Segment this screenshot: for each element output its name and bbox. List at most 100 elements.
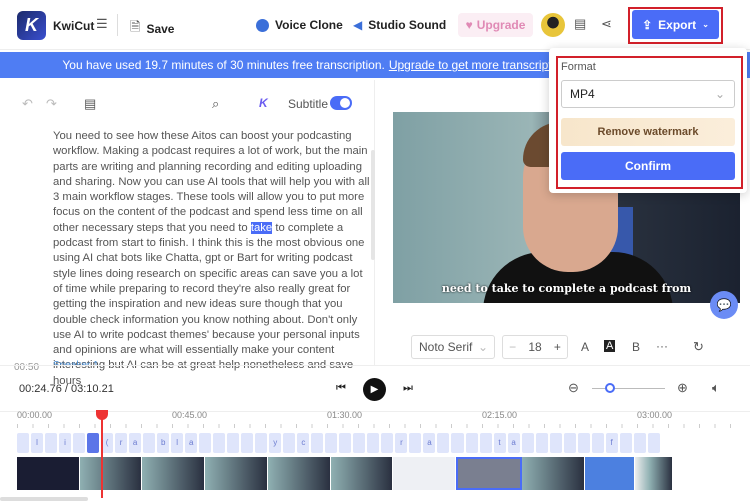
upgrade-link[interactable]: Upgrade to get more transcription: [389, 58, 568, 72]
format-label: Format: [561, 61, 596, 73]
remove-watermark-button[interactable]: Remove watermark: [561, 118, 735, 146]
subtitle-clip[interactable]: [647, 433, 660, 453]
subtitle-clip[interactable]: [143, 433, 156, 453]
subtitle-toggle[interactable]: [330, 96, 352, 110]
subtitle-clip[interactable]: t: [493, 433, 506, 453]
skip-back-icon[interactable]: ⏮: [336, 382, 346, 395]
subtitle-clip[interactable]: y: [269, 433, 282, 453]
chevron-down-icon: ⌄: [477, 340, 488, 354]
subtitle-clip[interactable]: b: [157, 433, 170, 453]
undo-icon[interactable]: ↶: [22, 96, 33, 112]
upgrade-button[interactable]: ♥ Upgrade: [458, 13, 533, 37]
subtitle-clip[interactable]: [87, 433, 100, 453]
subtitle-clip[interactable]: [45, 433, 58, 453]
subtitle-clip[interactable]: [367, 433, 380, 453]
subtitle-clip[interactable]: [283, 433, 296, 453]
playhead[interactable]: [96, 410, 108, 498]
subtitle-clip[interactable]: [521, 433, 534, 453]
document-icon[interactable]: ▤: [574, 16, 586, 32]
thumbnail: [393, 457, 457, 490]
subtitle-clip[interactable]: l: [31, 433, 44, 453]
highlighted-word[interactable]: take: [250, 221, 273, 234]
ruler-ticks: [17, 424, 733, 428]
subtitle-clip[interactable]: l: [171, 433, 184, 453]
timeline-scrollbar[interactable]: [0, 497, 88, 501]
subtitle-clip[interactable]: [409, 433, 422, 453]
font-select[interactable]: Noto Serif ⌄: [411, 335, 495, 359]
subtitle-clip[interactable]: [227, 433, 240, 453]
subtitle-clip[interactable]: a: [507, 433, 520, 453]
ai-icon[interactable]: K: [259, 96, 268, 110]
subtitle-clip[interactable]: [311, 433, 324, 453]
subtitle-clip[interactable]: [255, 433, 268, 453]
subtitle-clip[interactable]: a: [129, 433, 142, 453]
subtitle-clip[interactable]: [73, 433, 86, 453]
subtitle-clip[interactable]: [339, 433, 352, 453]
volume-icon[interactable]: 🔈︎: [712, 380, 720, 396]
subtitle-clip[interactable]: [633, 433, 646, 453]
tick-label: 02:15.00: [482, 410, 518, 420]
bold-button[interactable]: B: [632, 340, 640, 354]
thumbnail: [521, 457, 585, 490]
divider: [117, 14, 118, 36]
subtitle-clip[interactable]: a: [423, 433, 436, 453]
transcript-scrollbar[interactable]: [371, 150, 375, 260]
format-select[interactable]: MP4 ⌄: [561, 80, 735, 108]
share-icon[interactable]: ⋖: [601, 16, 612, 32]
avatar[interactable]: [541, 13, 565, 37]
subtitle-clip[interactable]: [241, 433, 254, 453]
reset-icon[interactable]: ↻: [693, 339, 704, 355]
subtitle-clip[interactable]: r: [115, 433, 128, 453]
plus-icon[interactable]: +: [554, 340, 561, 354]
save-icon: 🗎: [130, 19, 141, 34]
subtitle-clip[interactable]: [213, 433, 226, 453]
chat-icon[interactable]: 💬: [710, 291, 738, 319]
subtitle-clip[interactable]: [479, 433, 492, 453]
skip-forward-icon[interactable]: ⏭: [403, 382, 413, 395]
zoom-slider[interactable]: [592, 388, 665, 389]
subtitle-clip[interactable]: [199, 433, 212, 453]
diamond-icon: ♥: [465, 18, 473, 32]
subtitle-clip[interactable]: f: [605, 433, 618, 453]
voice-clone-button[interactable]: Voice Clone: [256, 18, 343, 32]
subtitle-clip[interactable]: [451, 433, 464, 453]
confirm-button[interactable]: Confirm: [561, 152, 735, 180]
transcript-text[interactable]: You need to see how these Aitos can boos…: [53, 129, 371, 389]
subtitle-clip[interactable]: a: [185, 433, 198, 453]
subtitle-clip[interactable]: [465, 433, 478, 453]
tick-label: 00:45.00: [172, 410, 208, 420]
subtitle-clip[interactable]: [353, 433, 366, 453]
font-size-stepper[interactable]: −18 +: [502, 335, 568, 359]
minus-icon[interactable]: −: [509, 340, 516, 354]
subtitle-clip[interactable]: [619, 433, 632, 453]
subtitle-clip[interactable]: [563, 433, 576, 453]
voice-clone-icon: [256, 18, 269, 32]
subtitle-clip[interactable]: [577, 433, 590, 453]
menu-icon[interactable]: ☰: [96, 16, 108, 32]
subtitle-clip[interactable]: [437, 433, 450, 453]
subtitle-clip[interactable]: [17, 433, 30, 453]
subtitle-clip[interactable]: c: [297, 433, 310, 453]
play-button[interactable]: ▶: [363, 378, 386, 401]
upload-icon: ⇪: [642, 17, 653, 32]
more-button[interactable]: ···: [656, 339, 668, 353]
edit-doc-icon[interactable]: ▤: [84, 96, 96, 112]
zoom-out-icon[interactable]: ⊖: [568, 380, 579, 396]
save-button[interactable]: 🗎 Save: [130, 18, 174, 40]
subtitle-clip[interactable]: [549, 433, 562, 453]
subtitle-clip[interactable]: r: [395, 433, 408, 453]
subtitle-track[interactable]: l i(r a b l a y c r a t a f: [17, 433, 660, 453]
subtitle-clip[interactable]: i: [59, 433, 72, 453]
subtitle-clip[interactable]: [591, 433, 604, 453]
subtitle-clip[interactable]: [535, 433, 548, 453]
redo-icon[interactable]: ↷: [46, 96, 57, 112]
background-color-button[interactable]: A: [604, 340, 616, 352]
subtitle-clip[interactable]: [325, 433, 338, 453]
export-button[interactable]: ⇪ Export ⌄: [632, 10, 719, 39]
font-color-button[interactable]: A: [581, 340, 589, 354]
subtitle-clip[interactable]: [381, 433, 394, 453]
zoom-in-icon[interactable]: ⊕: [677, 380, 688, 396]
studio-sound-button[interactable]: ◀ Studio Sound: [353, 18, 446, 32]
find-icon[interactable]: ⌕: [212, 96, 219, 112]
video-track[interactable]: [17, 457, 674, 490]
